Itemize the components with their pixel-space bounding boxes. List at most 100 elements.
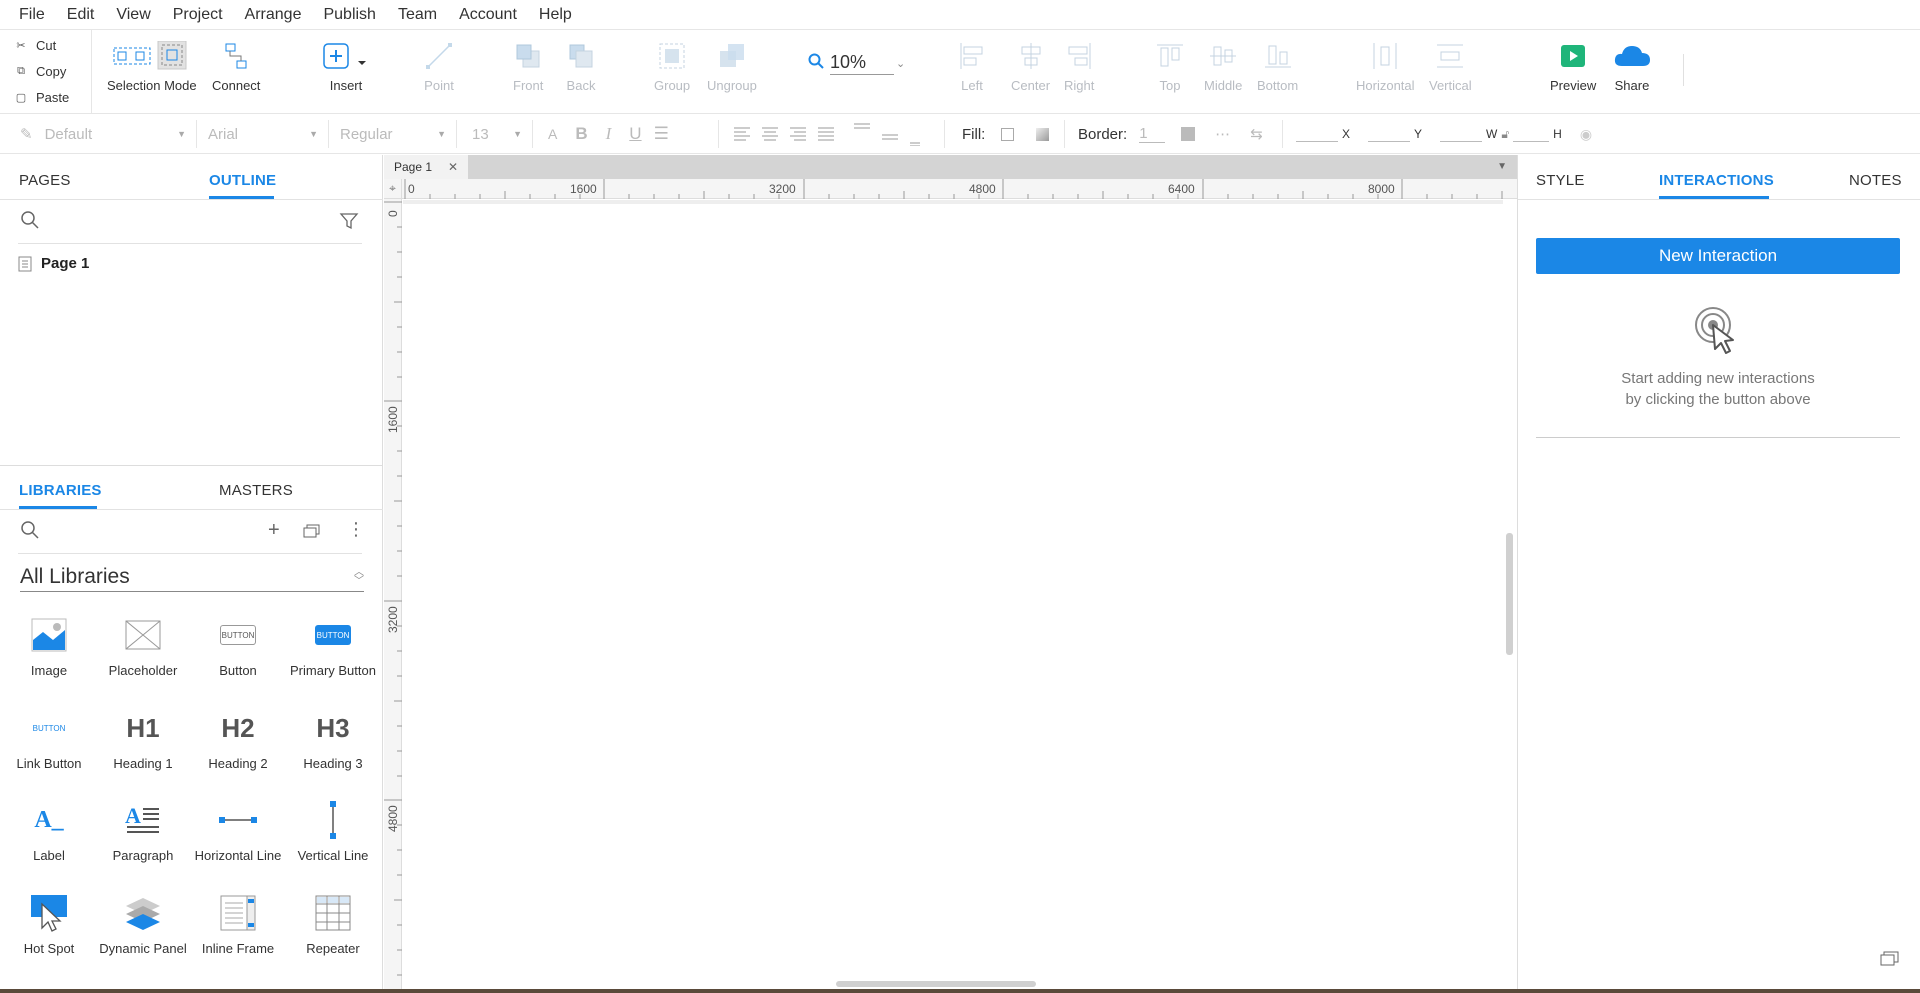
align-middle-icon xyxy=(1210,46,1237,66)
y-field[interactable] xyxy=(1368,126,1411,142)
copy-button[interactable]: ⧉ Copy xyxy=(14,59,66,83)
menu-help[interactable]: Help xyxy=(528,6,583,24)
align-middle-button[interactable]: Middle xyxy=(1204,36,1242,93)
cut-button[interactable]: ✂ Cut xyxy=(14,33,56,57)
horizontal-scrollbar[interactable] xyxy=(836,981,1036,987)
underline-icon[interactable]: U xyxy=(629,124,641,144)
menu-publish[interactable]: Publish xyxy=(312,6,386,24)
library-select[interactable]: All Libraries ︿ ﹀ xyxy=(20,562,364,592)
widget-placeholder[interactable]: Placeholder xyxy=(95,613,191,693)
lock-icon[interactable]: 🔓︎ xyxy=(1501,127,1509,142)
tab-masters[interactable]: MASTERS xyxy=(219,482,293,499)
align-top-button[interactable]: Top xyxy=(1155,36,1185,93)
zoom-value[interactable]: 10% xyxy=(830,52,894,75)
widget-heading-2[interactable]: H2 Heading 2 xyxy=(190,706,286,786)
share-button[interactable]: Share xyxy=(1612,36,1652,93)
zoom-dropdown-icon[interactable]: ⌄ xyxy=(896,57,905,70)
design-canvas[interactable] xyxy=(403,200,1503,980)
bullet-list-icon[interactable]: ☰ xyxy=(654,124,669,144)
widget-link-button[interactable]: BUTTON Link Button xyxy=(1,706,97,786)
widget-button[interactable]: BUTTON Button xyxy=(190,613,286,693)
tab-interactions[interactable]: INTERACTIONS xyxy=(1659,172,1774,189)
border-color-swatch[interactable] xyxy=(1181,127,1196,141)
style-select[interactable]: ✎ Default ▼ xyxy=(20,114,186,154)
restore-panel-icon[interactable] xyxy=(1880,950,1900,971)
divider xyxy=(0,509,383,510)
add-library-icon[interactable]: + xyxy=(268,519,280,542)
font-color-icon[interactable]: A xyxy=(548,126,557,142)
menu-account[interactable]: Account xyxy=(448,6,528,24)
point-button[interactable]: Point xyxy=(424,36,454,93)
visibility-eye-icon[interactable]: ◉ xyxy=(1580,126,1592,143)
ungroup-button[interactable]: Ungroup xyxy=(707,36,757,93)
fill-color-swatch[interactable] xyxy=(1001,127,1015,141)
menu-project[interactable]: Project xyxy=(162,6,234,24)
selection-mode-button[interactable]: Selection Mode xyxy=(107,36,197,93)
italic-icon[interactable]: I xyxy=(606,124,612,144)
paste-button[interactable]: ▢ Paste xyxy=(14,85,69,109)
widget-label: Heading 3 xyxy=(303,756,363,771)
preview-button[interactable]: Preview xyxy=(1550,36,1596,93)
w-field[interactable] xyxy=(1440,126,1483,142)
menu-view[interactable]: View xyxy=(105,6,161,24)
vertical-scrollbar[interactable] xyxy=(1506,533,1513,655)
widget-hot-spot[interactable]: Hot Spot xyxy=(1,891,97,971)
menu-file[interactable]: File xyxy=(8,6,56,24)
tab-notes[interactable]: NOTES xyxy=(1849,172,1902,189)
filter-icon[interactable] xyxy=(339,211,359,236)
widget-repeater[interactable]: Repeater xyxy=(285,891,381,971)
border-style-icon[interactable]: ⋯ xyxy=(1215,125,1230,143)
widget-label[interactable]: A_ Label xyxy=(1,798,97,878)
group-button[interactable]: Group xyxy=(654,36,690,93)
group-icon xyxy=(659,43,685,69)
menu-edit[interactable]: Edit xyxy=(56,6,106,24)
connect-button[interactable]: Connect xyxy=(212,36,260,93)
font-family-select[interactable]: Arial ▼ xyxy=(208,114,318,154)
more-options-icon[interactable]: ⋮ xyxy=(347,519,365,540)
align-bottom-button[interactable]: Bottom xyxy=(1257,36,1298,93)
close-icon[interactable]: ✕ xyxy=(448,160,458,174)
align-left-button[interactable]: Left xyxy=(957,36,987,93)
page-list-item[interactable]: Page 1 xyxy=(18,255,89,272)
zoom-control[interactable]: 10% ⌄ xyxy=(808,52,905,75)
send-back-button[interactable]: Back xyxy=(566,36,596,93)
empty-state-line-2: by clicking the button above xyxy=(1625,391,1811,408)
x-field[interactable] xyxy=(1296,126,1338,142)
new-interaction-button[interactable]: New Interaction xyxy=(1536,238,1900,274)
align-right-button[interactable]: Right xyxy=(1064,36,1094,93)
arrow-style-icon[interactable]: ⇆ xyxy=(1250,125,1263,143)
tab-overflow-icon[interactable]: ▼ xyxy=(1497,161,1507,172)
library-search-input[interactable] xyxy=(20,520,260,544)
bring-front-button[interactable]: Front xyxy=(513,36,543,93)
font-size-select[interactable]: 13 ▼ xyxy=(472,114,522,154)
widget-paragraph[interactable]: A Paragraph xyxy=(95,798,191,878)
font-weight-select[interactable]: Regular ▼ xyxy=(340,114,446,154)
align-center-button[interactable]: Center xyxy=(1011,36,1050,93)
tab-outline[interactable]: OUTLINE xyxy=(209,172,276,189)
widget-inline-frame[interactable]: Inline Frame xyxy=(190,891,286,971)
document-tab[interactable]: Page 1 ✕ xyxy=(384,155,468,179)
tab-pages[interactable]: PAGES xyxy=(19,172,71,189)
widget-heading-3[interactable]: H3 Heading 3 xyxy=(285,706,381,786)
fill-gradient-swatch[interactable] xyxy=(1036,127,1050,141)
hot-spot-icon xyxy=(31,895,67,932)
widget-primary-button[interactable]: BUTTON Primary Button xyxy=(285,613,381,693)
ruler-origin-icon[interactable]: ⌖ xyxy=(384,179,402,199)
widget-image[interactable]: Image xyxy=(1,613,97,693)
widget-dynamic-panel[interactable]: Dynamic Panel xyxy=(95,891,191,971)
menu-team[interactable]: Team xyxy=(387,6,448,24)
widget-horizontal-line[interactable]: Horizontal Line xyxy=(190,798,286,878)
widget-vertical-line[interactable]: Vertical Line xyxy=(285,798,381,878)
h-field[interactable] xyxy=(1513,126,1550,142)
distribute-vertical-button[interactable]: Vertical xyxy=(1429,36,1472,93)
distribute-horizontal-button[interactable]: Horizontal xyxy=(1356,36,1415,93)
widget-heading-1[interactable]: H1 Heading 1 xyxy=(95,706,191,786)
outline-search-input[interactable] xyxy=(20,210,270,234)
menu-arrange[interactable]: Arrange xyxy=(234,6,313,24)
library-manage-icon[interactable] xyxy=(303,523,321,544)
tab-style[interactable]: STYLE xyxy=(1536,172,1585,189)
tab-libraries[interactable]: LIBRARIES xyxy=(19,482,102,499)
border-width-field[interactable]: 1 xyxy=(1139,125,1166,143)
insert-button[interactable]: Insert xyxy=(322,36,370,93)
bold-icon[interactable]: B xyxy=(575,124,587,144)
